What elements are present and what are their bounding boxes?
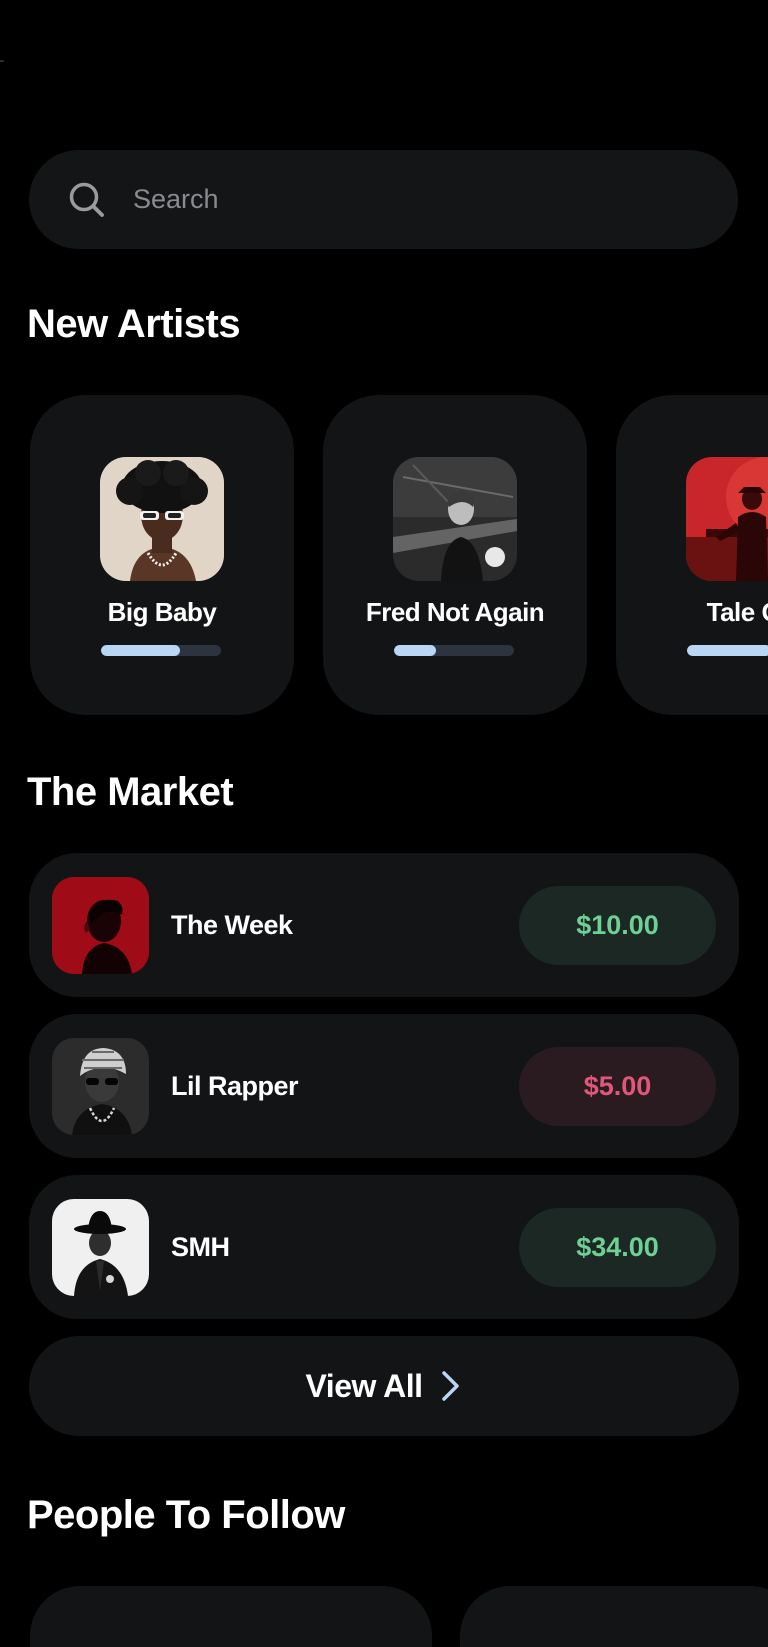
market-row[interactable]: The Week $10.00 (29, 853, 739, 997)
artist-progress-bar (687, 645, 768, 656)
market-thumb (52, 877, 149, 974)
person-card[interactable] (460, 1586, 768, 1647)
market-item-name: The Week (171, 910, 293, 940)
artist-progress-fill (101, 645, 181, 656)
artist-name: Tale Of (706, 597, 768, 627)
market-thumb (52, 1199, 149, 1296)
person-card[interactable] (30, 1586, 432, 1647)
market-item-name: SMH (171, 1232, 230, 1262)
artist-name: Big Baby (107, 597, 217, 627)
artist-progress-fill (394, 645, 436, 656)
price-badge[interactable]: $34.00 (519, 1208, 716, 1287)
price-badge[interactable]: $10.00 (519, 886, 716, 965)
artist-avatar (100, 457, 224, 581)
artist-card[interactable]: Fred Not Again (323, 395, 587, 715)
chevron-right-icon (442, 1371, 460, 1401)
artist-progress-bar (101, 645, 221, 656)
people-to-follow-heading: People To Follow (27, 1493, 345, 1537)
artist-card[interactable]: Big Baby (30, 395, 294, 715)
home-screen: New Artists Big Baby (0, 0, 768, 1647)
market-row[interactable]: Lil Rapper $5.00 (29, 1014, 739, 1158)
search-input[interactable] (133, 150, 693, 249)
market-item-name: Lil Rapper (171, 1071, 299, 1101)
market-row[interactable]: SMH $34.00 (29, 1175, 739, 1319)
market-heading: The Market (27, 770, 234, 814)
artist-progress-bar (394, 645, 514, 656)
artist-avatar (393, 457, 517, 581)
artist-card[interactable]: Tale Of (616, 395, 768, 715)
new-artists-heading: New Artists (27, 302, 241, 346)
status-bar-mark (0, 60, 4, 62)
view-all-label: View All (305, 1367, 423, 1404)
artist-name: Fred Not Again (365, 597, 545, 627)
price-badge[interactable]: $5.00 (519, 1047, 716, 1126)
artist-avatar (686, 457, 768, 581)
artist-progress-fill (687, 645, 768, 656)
search-icon (69, 182, 104, 217)
view-all-button[interactable]: View All (29, 1336, 739, 1436)
market-thumb (52, 1038, 149, 1135)
